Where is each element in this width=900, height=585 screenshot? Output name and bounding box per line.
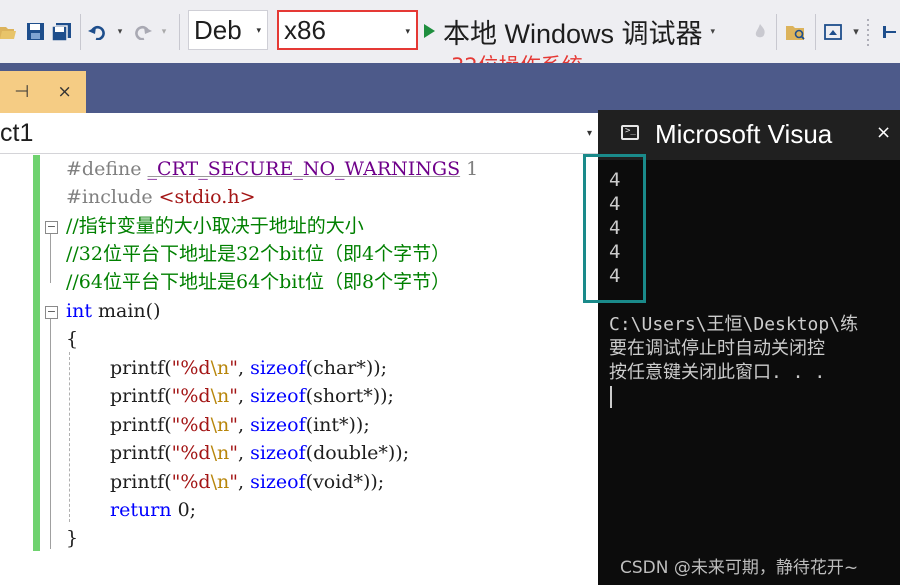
run-triangle-icon [424, 24, 435, 38]
collapse-icon[interactable]: − [45, 306, 58, 319]
flame-icon [752, 0, 768, 63]
save-all-icon[interactable] [50, 0, 74, 63]
solution-platform-value: x86 [284, 14, 326, 45]
code-line-14: } [66, 527, 79, 549]
console-path-line: C:\Users\王恒\Desktop\练 [609, 314, 859, 335]
code-line-2: #include <stdio.h> [66, 186, 256, 208]
open-icon[interactable] [0, 0, 16, 63]
start-debugging-button[interactable]: 本地 Windows 调试器 ▾ [424, 10, 715, 52]
undo-dropdown-icon[interactable]: ▾ [114, 0, 126, 63]
pin-icon[interactable] [878, 0, 900, 63]
undo-icon[interactable] [86, 0, 108, 63]
change-indicator-bar [33, 155, 40, 551]
overflow-icon[interactable]: ▾ [850, 0, 862, 63]
console-title: Microsoft Visua [655, 119, 833, 149]
document-tab-strip: ⊣ × [0, 63, 900, 113]
document-tab[interactable]: ⊣ × [0, 71, 86, 113]
collapse-icon[interactable]: − [45, 221, 58, 234]
console-icon: >_ [621, 125, 639, 140]
code-line-1: #define _CRT_SECURE_NO_WARNINGS 1 [66, 158, 479, 180]
project-label: ct1 [0, 118, 34, 147]
redo-icon [132, 0, 154, 63]
run-label: 本地 Windows 调试器 [443, 18, 703, 49]
code-line-4: //32位平台下地址是32个bit位（即4个字节） [66, 243, 451, 265]
solution-config-dropdown[interactable]: Deb ▾ [188, 10, 268, 50]
console-cursor [610, 386, 612, 408]
window-icon[interactable] [822, 0, 844, 63]
folder-icon[interactable] [784, 0, 808, 63]
code-line-10: printf("%d\n", sizeof(int*)); [110, 414, 370, 436]
console-title-bar[interactable]: >_ Microsoft Visua × [598, 110, 900, 160]
console-message-line: 按任意键关闭此窗口. . . [609, 362, 826, 383]
grip-icon [864, 0, 872, 63]
code-line-8: printf("%d\n", sizeof(char*)); [110, 357, 388, 379]
code-line-11: printf("%d\n", sizeof(double*)); [110, 442, 410, 464]
code-line-7: { [66, 328, 79, 350]
save-icon[interactable] [24, 0, 46, 63]
solution-config-value: Deb [194, 14, 242, 45]
code-editor[interactable]: − − #define _CRT_SECURE_NO_WARNINGS 1 #i… [0, 155, 600, 585]
code-line-3: //指针变量的大小取决于地址的大小 [66, 215, 364, 237]
close-tab-icon[interactable]: × [58, 82, 72, 102]
pin-tab-icon[interactable]: ⊣ [14, 82, 29, 102]
chevron-down-icon: ▾ [710, 25, 716, 36]
redo-dropdown-icon: ▾ [161, 26, 167, 37]
fold-guide [50, 234, 51, 283]
watermark: CSDN @未来可期，静待花开~ [620, 558, 859, 578]
close-icon[interactable]: × [876, 122, 891, 143]
output-highlight-box [583, 154, 646, 303]
console-message-line: 要在调试停止时自动关闭控 [609, 338, 825, 359]
code-line-6: int main() [66, 300, 161, 322]
solution-platform-dropdown[interactable]: x86 ▾ [277, 10, 418, 50]
code-line-13: return 0; [110, 499, 197, 521]
code-line-5: //64位平台下地址是64个bit位（即8个字节） [66, 271, 451, 293]
code-line-12: printf("%d\n", sizeof(void*)); [110, 471, 385, 493]
indent-guide [69, 352, 70, 522]
code-line-9: printf("%d\n", sizeof(short*)); [110, 385, 394, 407]
chevron-down-icon: ▾ [256, 25, 261, 35]
chevron-down-icon[interactable]: ▾ [587, 128, 592, 139]
chevron-down-icon: ▾ [405, 26, 410, 36]
toolbar: ▾ ▾ Deb ▾ x86 ▾ 本地 Windows 调试器 ▾ ▾ [0, 0, 900, 64]
fold-guide [50, 319, 51, 549]
project-navigation-bar[interactable]: ct1 ▾ [0, 113, 600, 154]
